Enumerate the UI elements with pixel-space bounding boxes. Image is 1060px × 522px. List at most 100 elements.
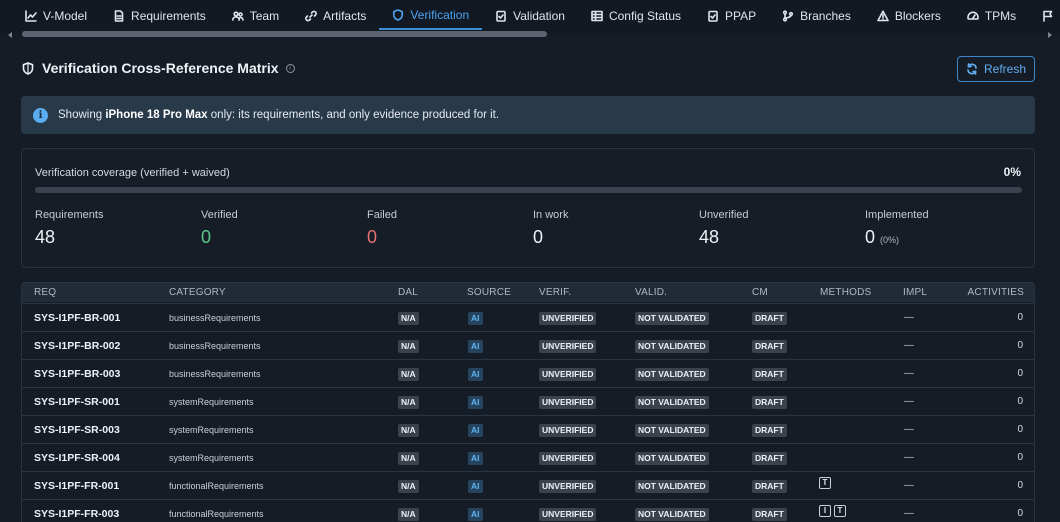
refresh-icon [967,63,977,75]
top-tab-bar: V-Model Requirements Team Artifacts Veri… [0,0,1060,38]
stat-requirements: Requirements 48 [35,209,103,248]
scrollbar-thumb[interactable] [22,31,547,37]
source-badge: AI [468,368,483,381]
info-icon[interactable]: i [285,63,295,73]
table-row[interactable]: SYS-I1PF-BR-003 businessRequirements N/A AI… [22,359,1034,387]
category-cell: systemRequirements [169,453,254,463]
refresh-button[interactable]: Refresh [957,56,1035,82]
activities-count: 0 [1017,396,1023,407]
source-badge: AI [468,396,483,409]
tab-label: Config Status [608,9,681,23]
column-header-valid[interactable]: VALID. [635,287,667,298]
stat-value: 0 [533,227,544,247]
cm-status-badge: DRAFT [752,396,787,409]
product-name: iPhone 18 Pro Max [105,109,208,121]
table-row[interactable]: SYS-I1PF-BR-002 businessRequirements N/A AI… [22,331,1034,359]
tab-ga[interactable]: Ga [1029,2,1060,30]
coverage-percent: 0% [1003,165,1021,179]
stat-in-work: In work 0 [533,209,568,248]
dal-badge: N/A [398,368,419,381]
verification-status-badge: UNVERIFIED [539,452,597,465]
link-icon [305,10,317,22]
column-header-source[interactable]: SOURCE [467,287,511,298]
tab-config-status[interactable]: Config Status [578,2,694,30]
tab-branches[interactable]: Branches [769,2,864,30]
users-icon [231,11,244,21]
category-cell: functionalRequirements [169,509,264,519]
table-row[interactable]: SYS-I1PF-FR-003 functionalRequirements N/A… [22,499,1034,522]
table-row[interactable]: SYS-I1PF-SR-001 systemRequirements N/A AI UN… [22,387,1034,415]
column-header-dal[interactable]: DAL [398,287,418,298]
column-header-req[interactable]: REQ [34,287,56,298]
document-icon [114,10,124,22]
table-row[interactable]: SYS-I1PF-SR-004 systemRequirements N/A AI UN… [22,443,1034,471]
stat-value: 0 [367,227,378,247]
stat-label: Verified [201,209,238,221]
tab-requirements[interactable]: Requirements [100,2,219,30]
tab-blockers[interactable]: Blockers [864,2,954,30]
req-id: SYS-I1PF-BR-003 [34,368,121,380]
branch-icon [783,10,794,22]
validation-status-badge: NOT VALIDATED [635,312,709,325]
activities-count: 0 [1017,312,1023,323]
impl-cell: — [904,340,914,351]
verification-status-badge: UNVERIFIED [539,312,597,325]
flag-icon [1043,10,1053,22]
stat-label: Failed [367,209,397,221]
tab-tpms[interactable]: TPMs [954,2,1029,30]
page-title: Verification Cross-Reference Matrix [42,60,279,76]
scroll-left-arrow-icon[interactable] [8,32,12,38]
dal-badge: N/A [398,424,419,437]
method-badge: T [834,505,846,517]
source-badge: AI [468,508,483,521]
validation-status-badge: NOT VALIDATED [635,452,709,465]
column-header-methods[interactable]: METHODS [820,287,871,298]
tab-label: Verification [410,8,470,22]
page-header: Verification Cross-Reference Matrix i [22,60,295,76]
tab-scrollbar[interactable] [8,30,1052,38]
tab-validation[interactable]: Validation [482,2,578,30]
impl-cell: — [904,508,914,519]
activities-count: 0 [1017,368,1023,379]
stat-unverified: Unverified 48 [699,209,749,248]
tab-verification[interactable]: Verification [379,2,483,30]
dal-badge: N/A [398,340,419,353]
table-row[interactable]: SYS-I1PF-FR-001 functionalRequirements N/A… [22,471,1034,499]
tab-label: Validation [513,9,565,23]
cm-status-badge: DRAFT [752,368,787,381]
impl-cell: — [904,452,914,463]
stat-label: In work [533,209,569,221]
verification-status-badge: UNVERIFIED [539,368,597,381]
column-header-cm[interactable]: CM [752,287,768,298]
table-row[interactable]: SYS-I1PF-SR-003 systemRequirements N/A AI UN… [22,415,1034,443]
category-cell: systemRequirements [169,397,254,407]
table-row[interactable]: SYS-I1PF-BR-001 businessRequirements N/A AI… [22,303,1034,331]
source-badge: AI [468,340,483,353]
category-cell: systemRequirements [169,425,254,435]
tab-label: Artifacts [323,9,367,23]
tab-artifacts[interactable]: Artifacts [292,2,379,30]
stat-verified: Verified 0 [201,209,238,248]
category-cell: businessRequirements [169,341,261,351]
column-header-category[interactable]: CATEGORY [169,287,226,298]
shield-icon [393,9,404,21]
tab-label: V-Model [43,9,88,23]
tab-v-model[interactable]: V-Model [12,2,100,30]
verification-status-badge: UNVERIFIED [539,340,597,353]
tab-list: V-Model Requirements Team Artifacts Veri… [0,0,1060,30]
source-badge: AI [468,452,483,465]
column-header-impl[interactable]: IMPL [903,287,927,298]
cm-status-badge: DRAFT [752,312,787,325]
tab-ppap[interactable]: PPAP [694,2,769,30]
tab-team[interactable]: Team [219,2,292,30]
column-header-activities[interactable]: ACTIVITIES [968,287,1024,298]
method-badge: I [819,505,831,517]
column-header-verif[interactable]: VERIF. [539,287,571,298]
scroll-right-arrow-icon[interactable] [1048,32,1052,38]
activities-count: 0 [1017,508,1023,519]
verification-status-badge: UNVERIFIED [539,424,597,437]
table-header: REQ CATEGORY DAL SOURCE VERIF. VALID. CM… [22,283,1034,302]
info-circle-icon: i [33,107,48,123]
scope-alert: i Showing iPhone 18 Pro Max only: its re… [21,96,1035,134]
stat-value: 0 (0%) [865,227,900,247]
